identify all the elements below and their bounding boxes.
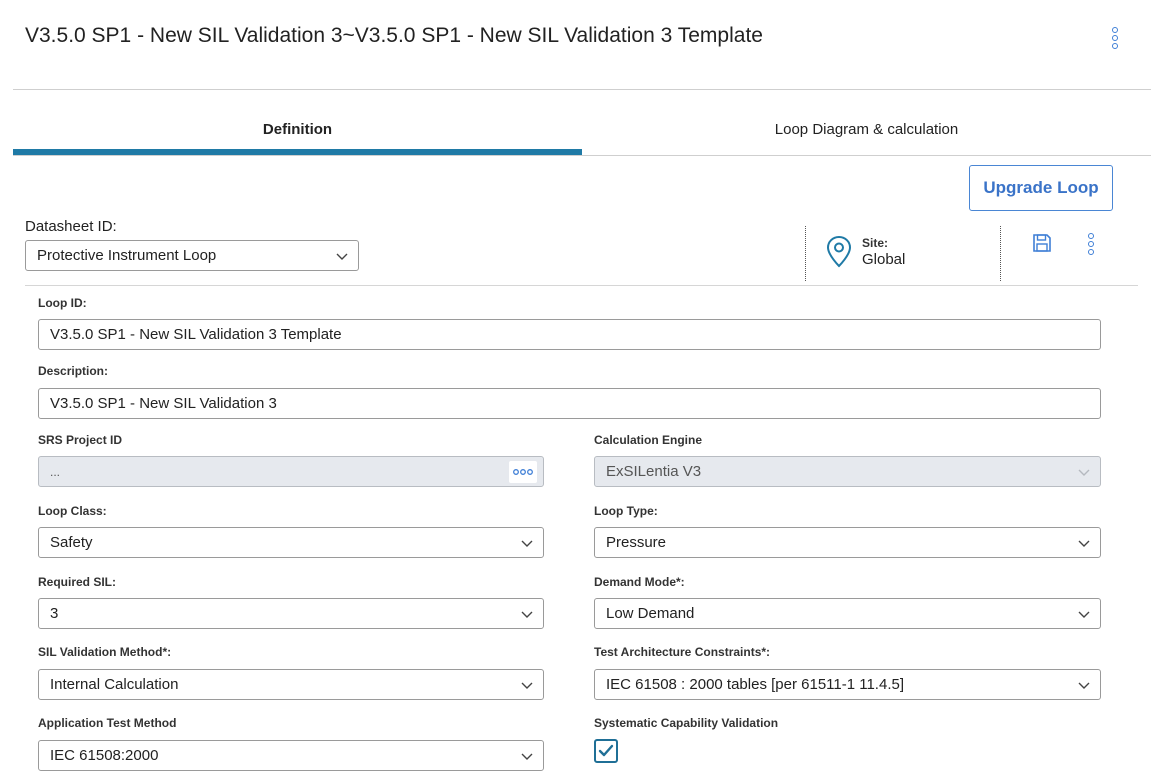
form-divider <box>25 285 1138 286</box>
chevron-down-icon <box>1078 469 1090 476</box>
chevron-down-icon <box>521 753 533 760</box>
chevron-down-icon <box>1078 611 1090 618</box>
loop-class-value: Safety <box>50 534 93 551</box>
datasheet-id-label: Datasheet ID: <box>25 218 117 235</box>
test-architecture-label: Test Architecture Constraints*: <box>594 645 771 659</box>
header-divider <box>13 89 1151 90</box>
datasheet-id-select[interactable]: Protective Instrument Loop <box>25 240 359 271</box>
loop-id-input[interactable]: V3.5.0 SP1 - New SIL Validation 3 Templa… <box>38 319 1101 350</box>
page-title: V3.5.0 SP1 - New SIL Validation 3~V3.5.0… <box>25 24 763 47</box>
header-menu-icon[interactable] <box>1110 27 1120 49</box>
test-architecture-value: IEC 61508 : 2000 tables [per 61511-1 11.… <box>606 676 904 693</box>
description-label: Description: <box>38 364 109 378</box>
more-options-icon[interactable] <box>1086 233 1096 255</box>
test-architecture-select[interactable]: IEC 61508 : 2000 tables [per 61511-1 11.… <box>594 669 1101 700</box>
chevron-down-icon <box>1078 682 1090 689</box>
demand-mode-label: Demand Mode*: <box>594 575 685 589</box>
loop-class-label: Loop Class: <box>38 504 107 518</box>
required-sil-select[interactable]: 3 <box>38 598 544 629</box>
sil-validation-method-select[interactable]: Internal Calculation <box>38 669 544 700</box>
srs-project-id-value: ... <box>50 464 61 479</box>
loop-id-value: V3.5.0 SP1 - New SIL Validation 3 Templa… <box>50 326 342 343</box>
loop-type-value: Pressure <box>606 534 667 551</box>
application-test-method-label: Application Test Method <box>38 716 177 730</box>
upgrade-loop-button[interactable]: Upgrade Loop <box>969 165 1113 211</box>
checkmark-icon <box>598 744 614 757</box>
srs-project-id-input[interactable]: ... <box>38 456 544 487</box>
calculation-engine-select[interactable]: ExSILentia V3 <box>594 456 1101 487</box>
demand-mode-value: Low Demand <box>606 605 695 622</box>
datasheet-id-value: Protective Instrument Loop <box>37 247 217 264</box>
chevron-down-icon <box>1078 540 1090 547</box>
tabs-divider <box>13 155 1151 156</box>
site-value: Global <box>862 251 906 268</box>
sil-validation-method-label: SIL Validation Method*: <box>38 645 172 659</box>
site-separator-right <box>1000 226 1001 281</box>
tab-definition[interactable]: Definition <box>13 103 582 155</box>
required-sil-label: Required SIL: <box>38 575 117 589</box>
loop-class-select[interactable]: Safety <box>38 527 544 558</box>
loop-id-label: Loop ID: <box>38 296 87 310</box>
map-pin-icon <box>826 235 852 268</box>
site-label: Site: <box>862 236 889 250</box>
srs-project-id-label: SRS Project ID <box>38 433 123 447</box>
tab-bar: Definition Loop Diagram & calculation <box>13 103 1151 155</box>
loop-type-select[interactable]: Pressure <box>594 527 1101 558</box>
application-test-method-select[interactable]: IEC 61508:2000 <box>38 740 544 771</box>
description-input[interactable]: V3.5.0 SP1 - New SIL Validation 3 <box>38 388 1101 419</box>
calculation-engine-value: ExSILentia V3 <box>606 463 702 480</box>
ellipsis-icon <box>513 469 533 475</box>
site-separator-left <box>805 226 806 281</box>
systematic-capability-checkbox[interactable] <box>594 739 618 763</box>
sil-validation-method-value: Internal Calculation <box>50 676 179 693</box>
loop-type-label: Loop Type: <box>594 504 658 518</box>
chevron-down-icon <box>521 611 533 618</box>
tab-loop-diagram[interactable]: Loop Diagram & calculation <box>582 103 1151 155</box>
chevron-down-icon <box>336 253 348 260</box>
application-test-method-value: IEC 61508:2000 <box>50 747 159 764</box>
chevron-down-icon <box>521 540 533 547</box>
description-value: V3.5.0 SP1 - New SIL Validation 3 <box>50 395 277 412</box>
required-sil-value: 3 <box>50 605 59 622</box>
calculation-engine-label: Calculation Engine <box>594 433 703 447</box>
tab-loop-diagram-label: Loop Diagram & calculation <box>774 120 959 138</box>
floppy-save-icon[interactable] <box>1032 233 1052 253</box>
tab-definition-label: Definition <box>262 120 333 138</box>
systematic-capability-label: Systematic Capability Validation <box>594 716 779 730</box>
demand-mode-select[interactable]: Low Demand <box>594 598 1101 629</box>
chevron-down-icon <box>521 682 533 689</box>
srs-lookup-button[interactable] <box>509 461 537 483</box>
